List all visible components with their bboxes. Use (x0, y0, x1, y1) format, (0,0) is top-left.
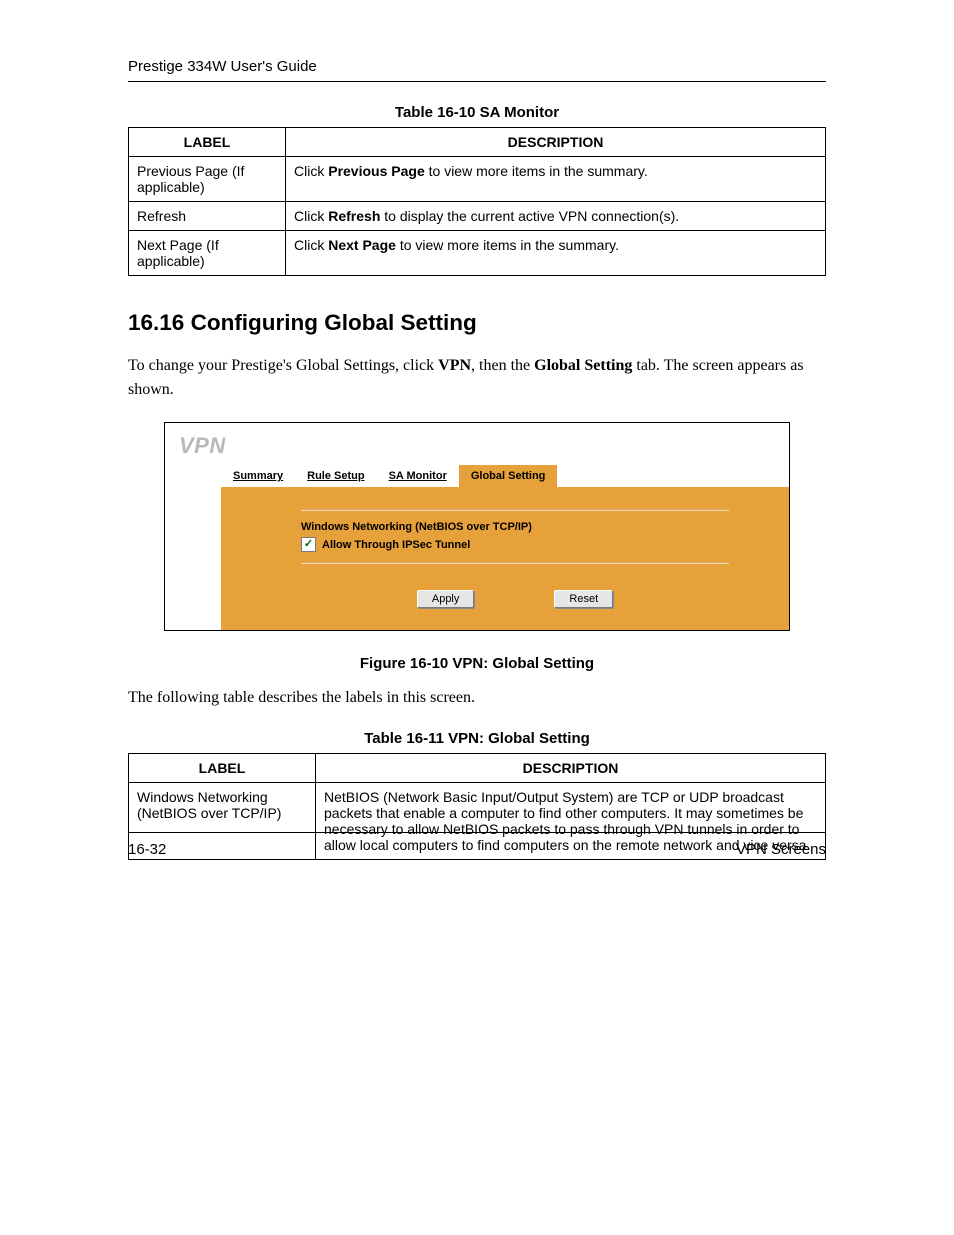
footer-section-name: VPN Screens (736, 841, 826, 858)
page-header: Prestige 334W User's Guide (128, 58, 826, 82)
table-sa-monitor: LABEL DESCRIPTION Previous Page (If appl… (128, 127, 826, 276)
table1-row2-label: Next Page (If applicable) (129, 231, 286, 276)
footer-page-number: 16-32 (128, 841, 166, 858)
table1-header-label: LABEL (129, 128, 286, 157)
page-footer: 16-32 VPN Screens (128, 832, 826, 858)
figure-title: VPN (165, 423, 789, 465)
intro-paragraph: To change your Prestige's Global Setting… (128, 354, 826, 402)
tab-global-setting[interactable]: Global Setting (459, 465, 558, 489)
panel-section-title: Windows Networking (NetBIOS over TCP/IP) (301, 521, 729, 537)
divider (301, 509, 729, 511)
section-number: 16.16 (128, 310, 184, 335)
table1-caption: Table 16-10 SA Monitor (128, 104, 826, 121)
tab-bar: Summary Rule Setup SA Monitor Global Set… (221, 465, 789, 489)
section-heading: 16.16 Configuring Global Setting (128, 310, 826, 336)
figure-left-margin (165, 465, 221, 630)
tab-sa-monitor[interactable]: SA Monitor (377, 465, 459, 489)
table1-row1-desc: Click Refresh to display the current act… (286, 202, 826, 231)
divider (301, 562, 729, 564)
table1-row0-desc: Click Previous Page to view more items i… (286, 157, 826, 202)
apply-button[interactable]: Apply (417, 590, 475, 608)
checkbox-row: ✓ Allow Through IPSec Tunnel (301, 537, 729, 560)
allow-through-ipsec-checkbox[interactable]: ✓ (301, 537, 316, 552)
header-title: Prestige 334W User's Guide (128, 58, 317, 75)
after-figure-text: The following table describes the labels… (128, 686, 826, 710)
tab-rule-setup[interactable]: Rule Setup (295, 465, 376, 489)
table1-row1-label: Refresh (129, 202, 286, 231)
table1-row2-desc: Click Next Page to view more items in th… (286, 231, 826, 276)
checkbox-label: Allow Through IPSec Tunnel (322, 539, 470, 551)
reset-button[interactable]: Reset (554, 590, 613, 608)
table2-caption: Table 16-11 VPN: Global Setting (128, 730, 826, 747)
button-row: Apply Reset (301, 574, 729, 608)
table1-row0-label: Previous Page (If applicable) (129, 157, 286, 202)
tabbar-fill (557, 465, 789, 489)
figure-vpn-global-setting: VPN Summary Rule Setup SA Monitor Global… (164, 422, 790, 631)
figure-caption: Figure 16-10 VPN: Global Setting (128, 655, 826, 672)
tab-summary[interactable]: Summary (221, 465, 295, 489)
table-row: Next Page (If applicable) Click Next Pag… (129, 231, 826, 276)
table2-header-description: DESCRIPTION (316, 754, 826, 783)
table-row: Previous Page (If applicable) Click Prev… (129, 157, 826, 202)
table2-header-label: LABEL (129, 754, 316, 783)
table1-header-description: DESCRIPTION (286, 128, 826, 157)
table-row: Refresh Click Refresh to display the cur… (129, 202, 826, 231)
section-title: Configuring Global Setting (191, 310, 477, 335)
settings-panel: Windows Networking (NetBIOS over TCP/IP)… (221, 489, 789, 630)
